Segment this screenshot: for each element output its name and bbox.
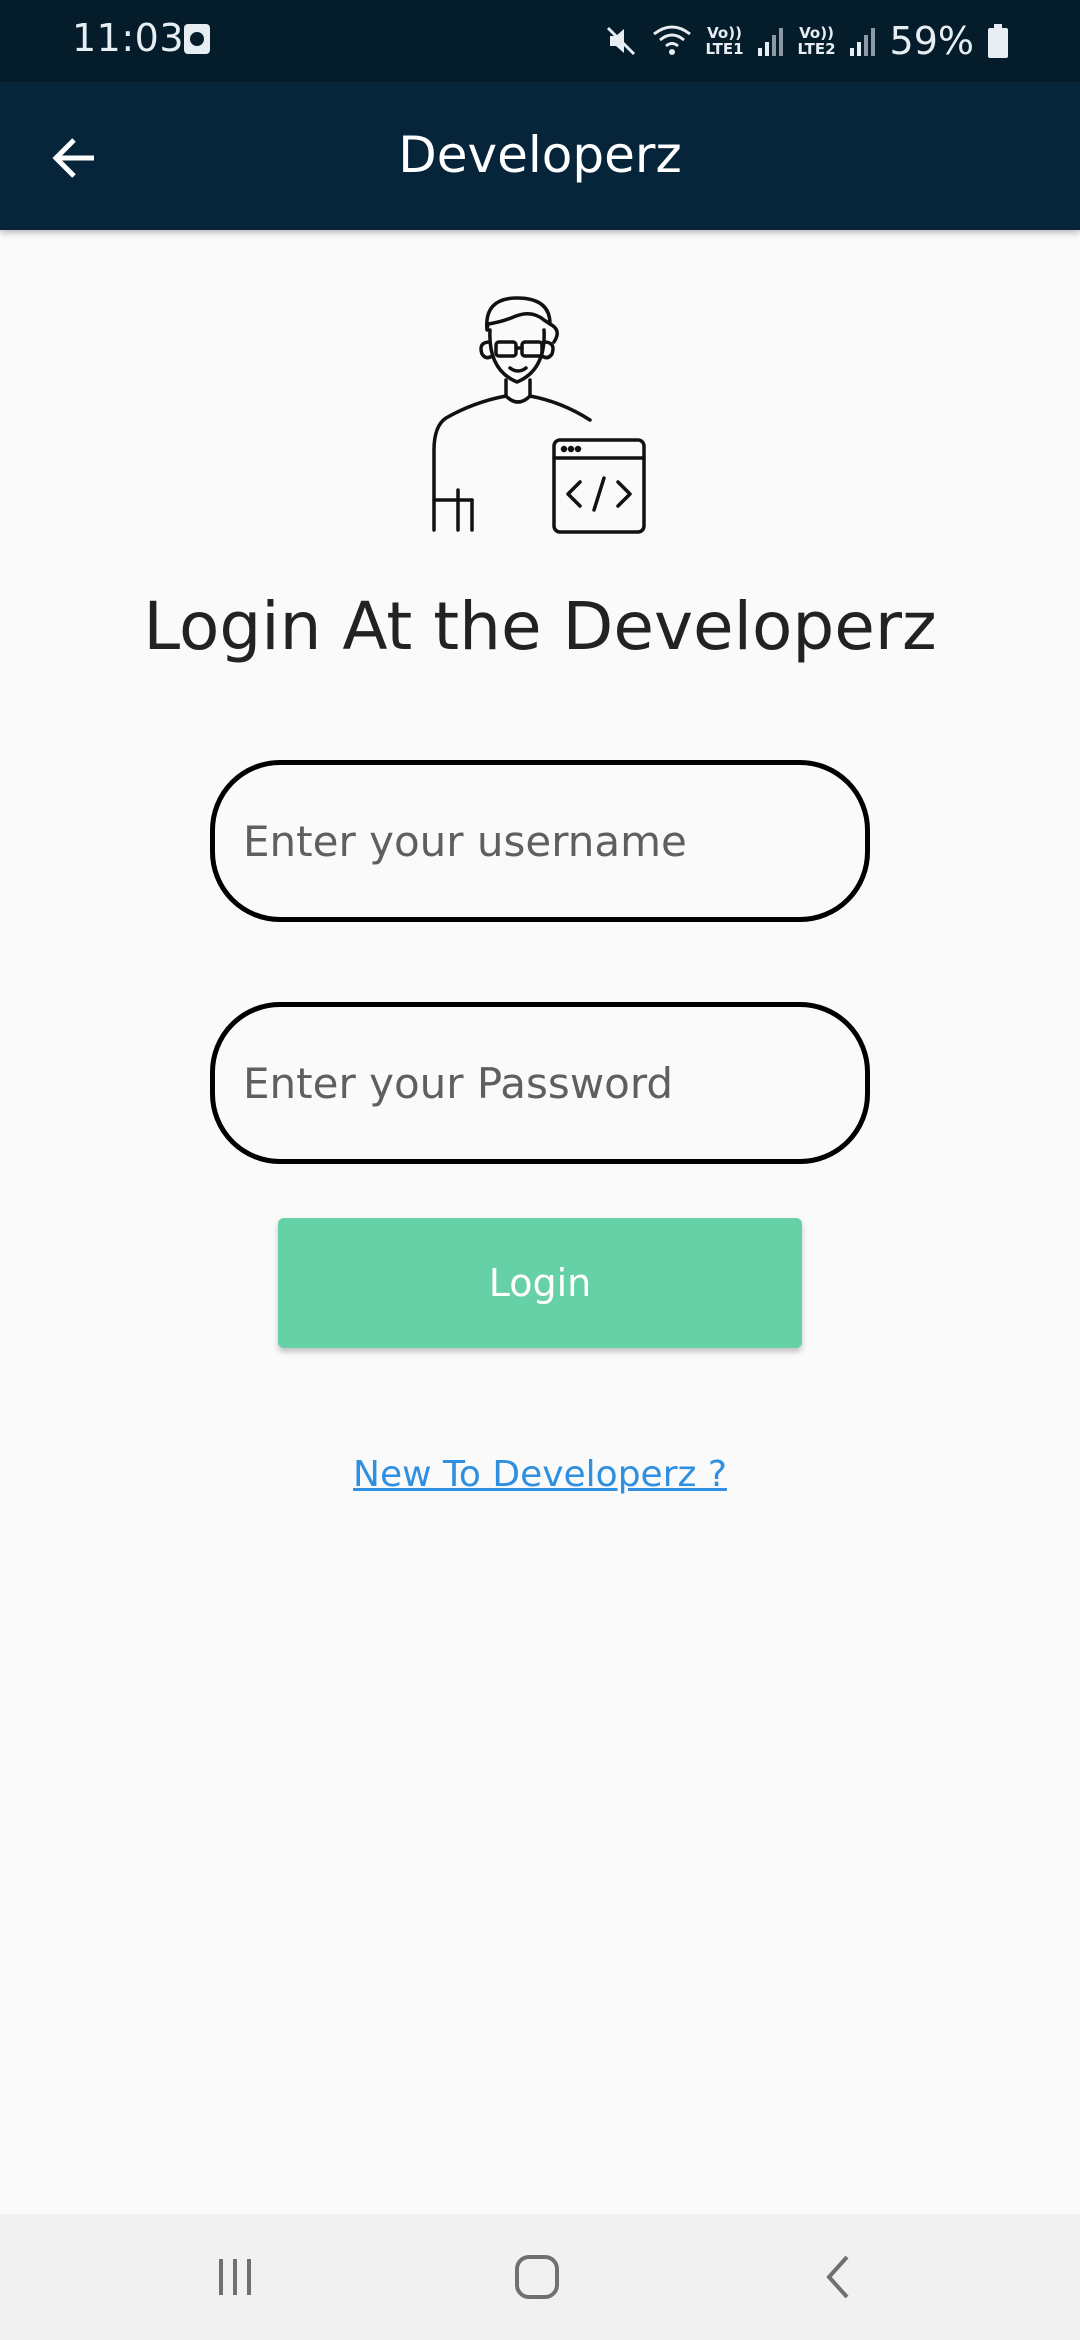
nav-back-button[interactable] [794, 2242, 884, 2312]
login-heading: Login At the Developerz [143, 588, 937, 665]
back-icon [826, 2255, 849, 2299]
status-indicators: Vo)) LTE1 Vo)) LTE2 59% [604, 14, 1008, 68]
username-input[interactable] [243, 765, 837, 917]
username-field[interactable] [210, 760, 870, 922]
system-nav-bar [0, 2214, 1080, 2340]
wifi-icon [652, 24, 692, 58]
home-button[interactable] [492, 2242, 582, 2312]
recent-apps-icon [219, 2259, 251, 2295]
status-bar: 11:03 Vo)) LTE1 Vo)) LTE2 59% [0, 0, 1080, 82]
notification-icon [184, 24, 210, 54]
battery-percent: 59% [889, 19, 974, 63]
app-title: Developerz [398, 126, 682, 184]
password-field[interactable] [210, 1002, 870, 1164]
home-icon [515, 2255, 559, 2299]
signal-icon [757, 26, 784, 56]
password-input[interactable] [243, 1007, 837, 1159]
status-time: 11:03 [72, 16, 185, 60]
login-button[interactable]: Login [278, 1218, 802, 1348]
lte2-label: Vo)) LTE2 [797, 24, 836, 58]
app-bar: Developerz [0, 82, 1080, 230]
battery-icon [988, 24, 1008, 58]
developer-illustration [432, 290, 652, 540]
lte1-label: Vo)) LTE1 [705, 24, 744, 58]
mute-icon [604, 24, 638, 58]
signal-icon [849, 26, 876, 56]
signup-link[interactable]: New To Developerz ? [0, 1454, 1080, 1495]
recent-apps-button[interactable] [190, 2242, 280, 2312]
